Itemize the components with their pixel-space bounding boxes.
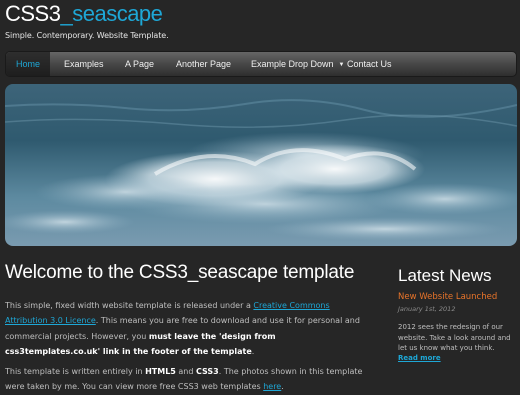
html5-text: HTML5 bbox=[145, 367, 176, 376]
css3-text: CSS3 bbox=[196, 367, 219, 376]
banner-image bbox=[5, 84, 517, 246]
menu-item-contact-us[interactable]: Contact Us bbox=[347, 52, 392, 76]
logo-accent[interactable]: _seascape bbox=[60, 1, 162, 26]
intro-paragraph: This simple, fixed width website templat… bbox=[5, 298, 373, 360]
news-text: 2012 sees the redesign of our website. T… bbox=[398, 323, 511, 352]
logo-text[interactable]: CSS3_seascape bbox=[5, 2, 169, 26]
about-text-1: This template is written entirely in bbox=[5, 367, 146, 376]
menu-item-example-drop-down[interactable]: Example Drop Down ▼ bbox=[251, 52, 345, 76]
site-logo[interactable]: CSS3_seascape Simple. Contemporary. Webs… bbox=[5, 2, 169, 41]
news-date: January 1st, 2012 bbox=[398, 305, 456, 313]
logo-main[interactable]: CSS3 bbox=[5, 1, 61, 26]
about-text-4: . bbox=[281, 382, 284, 392]
main-content: Welcome to the CSS3_seascape template Th… bbox=[5, 262, 373, 391]
read-more-link[interactable]: Read more bbox=[398, 354, 516, 362]
menu-item-contact-us-label: Contact Us bbox=[347, 59, 392, 69]
menu-item-example-drop-down-label: Example Drop Down bbox=[251, 59, 334, 69]
menu-item-examples[interactable]: Examples bbox=[64, 52, 104, 76]
menu-item-home-label: Home bbox=[15, 59, 40, 69]
about-text-2: and bbox=[175, 367, 196, 376]
menu-item-home[interactable]: Home bbox=[6, 52, 50, 76]
menu-item-another-page-label: Another Page bbox=[176, 59, 232, 69]
templates-link[interactable]: here bbox=[263, 382, 281, 391]
latest-news-heading: Latest News bbox=[398, 266, 492, 285]
sidebar: Latest News New Website Launched January… bbox=[398, 266, 516, 362]
menu-item-a-page[interactable]: A Page bbox=[125, 52, 154, 76]
main-menu: Home Examples A Page Another Page Exampl… bbox=[5, 51, 517, 77]
menu-item-a-page-label: A Page bbox=[125, 59, 155, 69]
intro-text-3: . bbox=[251, 347, 255, 357]
caret-down-icon: ▼ bbox=[338, 62, 345, 68]
slogan: Simple. Contemporary. Website Template. bbox=[5, 31, 169, 40]
menu-item-another-page[interactable]: Another Page bbox=[176, 52, 231, 76]
ocean-wave-image bbox=[5, 84, 517, 246]
about-paragraph: This template is written entirely in HTM… bbox=[5, 364, 373, 395]
menu-item-examples-label: Examples bbox=[64, 59, 104, 69]
intro-text-1: This simple, fixed width website templat… bbox=[5, 301, 254, 310]
news-title: New Website Launched bbox=[398, 292, 498, 302]
welcome-heading: Welcome to the CSS3_seascape template bbox=[5, 262, 355, 283]
